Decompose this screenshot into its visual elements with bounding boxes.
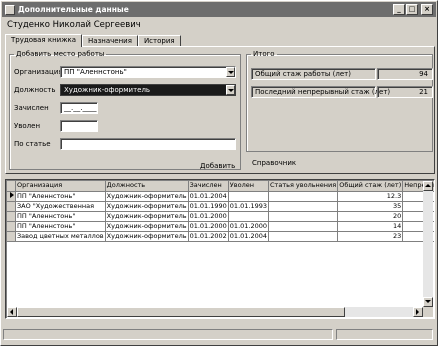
total-experience-label: Общий стаж работы (лет) bbox=[251, 68, 376, 80]
table-row[interactable]: ЗАО "Художественная Художник-оформитель … bbox=[7, 201, 434, 212]
title-bar: Дополнительные данные _ □ × bbox=[2, 2, 436, 17]
cell-total[interactable]: 20 bbox=[337, 211, 404, 222]
position-value: Художник-оформитель bbox=[64, 86, 151, 94]
fired-label: Уволен bbox=[14, 122, 41, 130]
fired-date-input[interactable] bbox=[60, 120, 98, 132]
cell-org[interactable]: Завод цветных металлов bbox=[15, 231, 106, 242]
hired-label: Зачислен bbox=[14, 104, 49, 112]
col-header-article[interactable]: Статья увольнения bbox=[268, 181, 339, 192]
horizontal-scrollbar[interactable] bbox=[7, 307, 423, 317]
cell-position[interactable]: Художник-оформитель bbox=[105, 221, 189, 232]
table-row[interactable]: ПП "Аленнстонь" Художник-оформитель 01.0… bbox=[7, 221, 434, 232]
tab-labor-book[interactable]: Трудовая книжка bbox=[5, 34, 83, 47]
scroll-right-icon[interactable] bbox=[413, 307, 423, 317]
row-pointer-icon bbox=[7, 191, 16, 202]
col-header-fired[interactable]: Уволен bbox=[228, 181, 270, 192]
cell-hired[interactable]: 01.01.2000 bbox=[188, 221, 229, 232]
scroll-left-icon[interactable] bbox=[7, 307, 17, 317]
position-combobox[interactable]: Художник-оформитель bbox=[60, 84, 236, 96]
cell-article[interactable] bbox=[268, 231, 339, 242]
status-pane-secondary bbox=[336, 329, 433, 340]
cell-fired[interactable]: 01.01.1993 bbox=[228, 201, 270, 212]
totals-legend: Итого bbox=[253, 50, 275, 58]
position-label: Должность bbox=[14, 86, 56, 94]
cell-hired[interactable]: 01.01.2002 bbox=[188, 231, 229, 242]
org-combobox[interactable]: ПП "Аленнстонь" bbox=[60, 66, 236, 78]
reason-label: По статье bbox=[14, 140, 51, 148]
cell-article[interactable] bbox=[268, 221, 339, 232]
grid-header-row: Организация Должность Зачислен Уволен Ст… bbox=[7, 181, 434, 192]
vertical-scrollbar[interactable] bbox=[423, 181, 433, 307]
cell-fired[interactable]: 01.01.2000 bbox=[228, 221, 270, 232]
cell-total[interactable]: 12.3 bbox=[337, 191, 404, 202]
table-row[interactable]: ПП "Аленнстонь" Художник-оформитель 01.0… bbox=[7, 211, 434, 222]
total-experience-value: 94 bbox=[377, 68, 433, 80]
employee-name: Студенко Николай Сергеевич bbox=[7, 20, 141, 30]
reference-button[interactable]: Справочник bbox=[252, 159, 296, 167]
cell-article[interactable] bbox=[268, 201, 339, 212]
row-indicator-header bbox=[7, 181, 16, 192]
scroll-down-icon[interactable] bbox=[423, 297, 433, 307]
hired-date-input[interactable]: __.__.____ bbox=[60, 102, 98, 114]
scroll-corner bbox=[423, 307, 433, 317]
row-indicator bbox=[7, 221, 16, 232]
employment-grid[interactable]: Организация Должность Зачислен Уволен Ст… bbox=[5, 179, 435, 319]
continuous-experience-label: Последний непрерывный стаж (лет) bbox=[251, 86, 390, 98]
cell-hired[interactable]: 01.01.2004 bbox=[188, 191, 229, 202]
employment-table: Организация Должность Зачислен Уволен Ст… bbox=[7, 181, 434, 242]
cell-fired[interactable] bbox=[228, 211, 270, 222]
org-value: ПП "Аленнстонь" bbox=[64, 68, 127, 76]
add-workplace-group: Добавить место работы Организация ПП "Ал… bbox=[9, 50, 241, 170]
app-icon bbox=[5, 4, 15, 15]
row-indicator bbox=[7, 201, 16, 212]
org-label: Организация bbox=[14, 68, 63, 76]
horizontal-scroll-thumb[interactable] bbox=[17, 307, 345, 317]
cell-org[interactable]: ЗАО "Художественная bbox=[15, 201, 106, 212]
cell-position[interactable]: Художник-оформитель bbox=[105, 211, 189, 222]
cell-position[interactable]: Художник-оформитель bbox=[105, 191, 189, 202]
cell-hired[interactable]: 01.01.2000 bbox=[188, 211, 229, 222]
cell-hired[interactable]: 01.01.1990 bbox=[188, 201, 229, 212]
table-row[interactable]: Завод цветных металлов Художник-оформите… bbox=[7, 231, 434, 242]
totals-group: Итого Общий стаж работы (лет) 94 Последн… bbox=[246, 50, 433, 152]
org-dropdown-icon[interactable] bbox=[226, 67, 235, 77]
cell-total[interactable]: 14 bbox=[337, 221, 404, 232]
cell-article[interactable] bbox=[268, 191, 339, 202]
cell-article[interactable] bbox=[268, 211, 339, 222]
cell-org[interactable]: ПП "Аленнстонь" bbox=[15, 191, 106, 202]
row-indicator bbox=[7, 211, 16, 222]
status-bar bbox=[3, 321, 435, 343]
tab-page-labor-book: Добавить место работы Организация ПП "Ал… bbox=[5, 46, 435, 174]
row-indicator bbox=[7, 231, 16, 242]
cell-fired[interactable]: 01.01.2004 bbox=[228, 231, 270, 242]
col-header-org[interactable]: Организация bbox=[15, 181, 106, 192]
position-dropdown-icon[interactable] bbox=[226, 85, 235, 95]
dialog-window: Дополнительные данные _ □ × Студенко Ник… bbox=[0, 0, 438, 346]
add-button[interactable]: Добавить bbox=[200, 162, 235, 170]
cell-org[interactable]: ПП "Аленнстонь" bbox=[15, 211, 106, 222]
status-pane-main bbox=[3, 329, 333, 340]
cell-position[interactable]: Художник-оформитель bbox=[105, 231, 189, 242]
cell-position[interactable]: Художник-оформитель bbox=[105, 201, 189, 212]
table-row[interactable]: ПП "Аленнстонь" Художник-оформитель 01.0… bbox=[7, 191, 434, 202]
minimize-button[interactable]: _ bbox=[393, 4, 405, 15]
col-header-hired[interactable]: Зачислен bbox=[188, 181, 229, 192]
cell-org[interactable]: ПП "Аленнстонь" bbox=[15, 221, 106, 232]
scroll-up-icon[interactable] bbox=[423, 181, 433, 191]
col-header-position[interactable]: Должность bbox=[105, 181, 189, 192]
window-title: Дополнительные данные bbox=[18, 5, 129, 14]
col-header-total[interactable]: Общий стаж (лет) bbox=[337, 181, 404, 192]
cell-total[interactable]: 23 bbox=[337, 231, 404, 242]
cell-fired[interactable] bbox=[228, 191, 270, 202]
cell-total[interactable]: 35 bbox=[337, 201, 404, 212]
maximize-button[interactable]: □ bbox=[406, 4, 418, 15]
add-workplace-legend: Добавить место работы bbox=[16, 50, 105, 58]
reason-input[interactable] bbox=[60, 138, 236, 150]
continuous-experience-value: 21 bbox=[377, 86, 433, 98]
close-button[interactable]: × bbox=[421, 4, 433, 15]
